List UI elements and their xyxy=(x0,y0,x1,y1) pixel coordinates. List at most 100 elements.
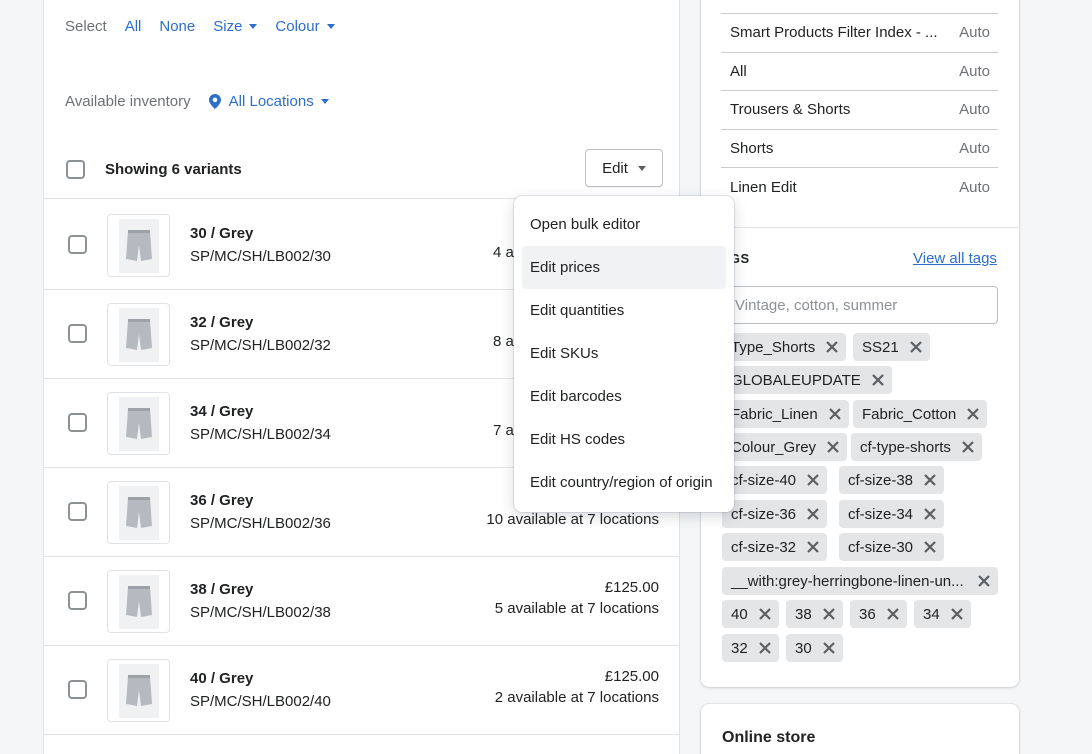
size-filter-label: Size xyxy=(213,18,243,35)
collection-item[interactable]: Smart Products Filter Index - ... Auto xyxy=(721,14,998,53)
menu-item-edit-skus[interactable]: Edit SKUs xyxy=(522,332,726,375)
remove-tag-icon[interactable] xyxy=(827,406,843,422)
collection-type: Auto xyxy=(959,24,990,42)
caret-down-icon xyxy=(637,165,646,171)
remove-tag-icon[interactable] xyxy=(885,606,901,622)
tag-chip: SS21 xyxy=(853,333,930,361)
variant-availability: 5 available at 7 locations xyxy=(494,600,659,617)
variant-checkbox[interactable] xyxy=(68,413,87,432)
tag-label: 34 xyxy=(923,605,940,623)
locations-label: All Locations xyxy=(228,93,314,110)
remove-tag-icon[interactable] xyxy=(949,606,965,622)
locations-dropdown[interactable]: All Locations xyxy=(208,93,329,110)
select-label: Select xyxy=(65,18,107,35)
variant-sku: SP/MC/SH/LB002/36 xyxy=(190,515,331,532)
view-all-tags-link[interactable]: View all tags xyxy=(913,250,997,267)
variants-count: Showing 6 variants xyxy=(105,161,242,178)
remove-tag-icon[interactable] xyxy=(870,372,886,388)
menu-item-open-bulk-editor[interactable]: Open bulk editor xyxy=(522,203,726,246)
remove-tag-icon[interactable] xyxy=(757,640,773,656)
tag-chip: 34 xyxy=(914,600,971,628)
variant-availability: 4 a xyxy=(493,244,514,261)
tag-chip: GLOBALEUPDATE xyxy=(722,366,892,394)
remove-tag-icon[interactable] xyxy=(825,439,841,455)
tag-label: 36 xyxy=(859,605,876,623)
tag-label: Fabric_Linen xyxy=(731,405,818,423)
remove-tag-icon[interactable] xyxy=(908,339,924,355)
remove-tag-icon[interactable] xyxy=(922,472,938,488)
tags-input-placeholder: Vintage, cotton, summer xyxy=(735,296,898,314)
tag-label: GLOBALEUPDATE xyxy=(731,371,861,389)
collection-item[interactable]: All Auto xyxy=(721,53,998,91)
online-store-title: Online store xyxy=(722,729,816,746)
variant-checkbox[interactable] xyxy=(68,502,87,521)
collection-item[interactable]: Linen Edit Auto xyxy=(721,168,998,207)
tag-chip: 40 xyxy=(722,600,779,628)
collection-name: Trousers & Shorts xyxy=(730,101,851,119)
variant-availability: 8 a xyxy=(493,333,514,350)
tag-label: Colour_Grey xyxy=(731,438,817,456)
variant-row[interactable]: 40 / Grey SP/MC/SH/LB002/40 £125.00 2 av… xyxy=(44,646,679,735)
variant-checkbox[interactable] xyxy=(68,591,87,610)
section-divider xyxy=(701,227,1019,228)
remove-tag-icon[interactable] xyxy=(821,640,837,656)
tag-label: Fabric_Cotton xyxy=(862,405,957,423)
remove-tag-icon[interactable] xyxy=(805,539,821,555)
remove-tag-icon[interactable] xyxy=(965,406,981,422)
collection-name: All xyxy=(730,62,747,80)
select-none-link[interactable]: None xyxy=(159,18,195,35)
remove-tag-icon[interactable] xyxy=(824,339,840,355)
colour-filter-dropdown[interactable]: Colour xyxy=(275,18,335,35)
tag-chip: cf-size-32 xyxy=(722,533,828,561)
variant-checkbox[interactable] xyxy=(68,324,87,343)
tag-label: __with:grey-herringbone-linen-un... xyxy=(731,572,964,590)
tag-label: SS21 xyxy=(862,338,899,356)
variant-thumbnail xyxy=(107,659,170,722)
tag-label: cf-type-shorts xyxy=(860,438,951,456)
menu-item-edit-country-of-origin[interactable]: Edit country/region of origin xyxy=(522,461,726,504)
tag-label: 30 xyxy=(795,639,812,657)
tag-label: cf-size-38 xyxy=(848,471,914,489)
select-all-link[interactable]: All xyxy=(125,18,142,35)
size-filter-dropdown[interactable]: Size xyxy=(213,18,258,35)
collection-type: Auto xyxy=(959,62,990,80)
tag-label: cf-size-40 xyxy=(731,471,797,489)
remove-tag-icon[interactable] xyxy=(821,606,837,622)
tags-input[interactable]: Vintage, cotton, summer xyxy=(712,286,998,324)
tag-chip: 36 xyxy=(850,600,907,628)
variant-thumbnail xyxy=(107,303,170,366)
variant-checkbox[interactable] xyxy=(68,235,87,254)
variant-sku: SP/MC/SH/LB002/32 xyxy=(190,337,331,354)
tag-chip: cf-size-40 xyxy=(722,466,828,494)
inventory-filter: Available inventory All Locations xyxy=(65,93,329,110)
variant-checkbox[interactable] xyxy=(68,680,87,699)
variant-row[interactable]: 38 / Grey SP/MC/SH/LB002/38 £125.00 5 av… xyxy=(44,557,679,646)
variant-name: 38 / Grey xyxy=(190,581,254,598)
tag-label: Type_Shorts xyxy=(731,338,816,356)
tag-chip: cf-size-30 xyxy=(839,533,945,561)
remove-tag-icon[interactable] xyxy=(922,539,938,555)
variant-availability: 10 available at 7 locations xyxy=(486,511,659,528)
collection-item[interactable]: Trousers & Shorts Auto xyxy=(721,91,998,130)
remove-tag-icon[interactable] xyxy=(922,506,938,522)
select-filters: Select All None Size Colour xyxy=(65,18,353,35)
variant-price: £125.00 xyxy=(604,579,659,596)
variant-name: 40 / Grey xyxy=(190,670,254,687)
remove-tag-icon[interactable] xyxy=(757,606,773,622)
menu-item-edit-hs-codes[interactable]: Edit HS codes xyxy=(522,418,726,461)
variant-availability: 7 a xyxy=(493,422,514,439)
remove-tag-icon[interactable] xyxy=(805,472,821,488)
collection-item[interactable]: Shorts Auto xyxy=(721,130,998,168)
menu-item-edit-barcodes[interactable]: Edit barcodes xyxy=(522,375,726,418)
remove-tag-icon[interactable] xyxy=(976,573,992,589)
menu-item-edit-prices[interactable]: Edit prices xyxy=(522,246,726,289)
variant-name: 32 / Grey xyxy=(190,314,254,331)
tag-label: cf-size-30 xyxy=(848,538,914,556)
collection-name: Smart Products Filter Index - ... xyxy=(730,24,938,42)
variant-thumbnail xyxy=(107,481,170,544)
remove-tag-icon[interactable] xyxy=(805,506,821,522)
edit-button[interactable]: Edit xyxy=(585,149,663,187)
remove-tag-icon[interactable] xyxy=(960,439,976,455)
select-all-checkbox[interactable] xyxy=(66,160,85,179)
menu-item-edit-quantities[interactable]: Edit quantities xyxy=(522,289,726,332)
